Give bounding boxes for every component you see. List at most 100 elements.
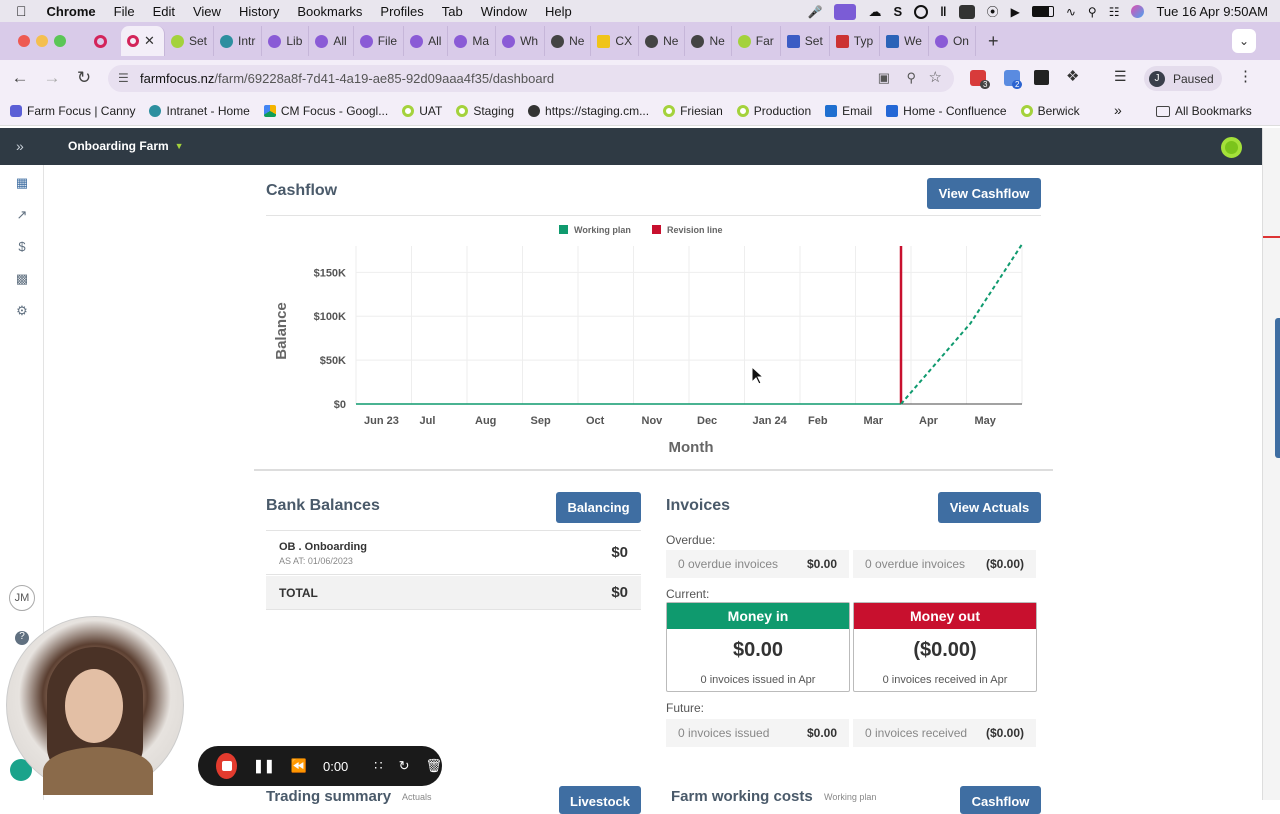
- tab[interactable]: Far: [732, 26, 781, 56]
- all-bookmarks[interactable]: All Bookmarks: [1156, 104, 1252, 118]
- chrome-menu-icon[interactable]: ⋮: [1238, 67, 1253, 85]
- excel-extension-icon[interactable]: [1034, 70, 1049, 85]
- balancing-button[interactable]: Balancing: [556, 492, 641, 523]
- tab[interactable]: Lib: [262, 26, 310, 56]
- farmfocus-logo-icon[interactable]: [1221, 137, 1242, 158]
- money-out-box[interactable]: Money out ($0.00) 0 invoices received in…: [853, 602, 1037, 692]
- tab[interactable]: Ne: [685, 26, 732, 56]
- cashflow-bottom-button[interactable]: Cashflow: [960, 786, 1041, 814]
- dollar-icon[interactable]: $: [15, 239, 29, 254]
- tab-active[interactable]: ✕: [121, 26, 165, 56]
- trend-icon[interactable]: ↗: [15, 207, 29, 222]
- panel-tab[interactable]: [1275, 318, 1280, 458]
- wifi-icon[interactable]: ∿: [1066, 5, 1076, 19]
- menu-view[interactable]: View: [193, 4, 221, 19]
- report-icon[interactable]: ▩: [15, 271, 29, 286]
- siri-icon[interactable]: [1131, 5, 1145, 18]
- address-bar[interactable]: ☰ farmfocus.nz/farm/69228a8f-7d41-4a19-a…: [108, 65, 954, 92]
- menu-window[interactable]: Window: [481, 4, 527, 19]
- overdue-out-box[interactable]: 0 overdue invoices ($0.00): [853, 550, 1036, 578]
- menu-history[interactable]: History: [239, 4, 279, 19]
- future-out-box[interactable]: 0 invoices received ($0.00): [853, 719, 1036, 747]
- tab[interactable]: Typ: [830, 26, 881, 56]
- view-cashflow-button[interactable]: View Cashflow: [927, 178, 1041, 209]
- battery-icon[interactable]: [1031, 6, 1054, 17]
- menu-file[interactable]: File: [114, 4, 135, 19]
- new-tab-icon[interactable]: +: [988, 31, 999, 52]
- webcam-bubble[interactable]: [6, 616, 184, 795]
- bookmark-item[interactable]: Friesian: [663, 104, 723, 118]
- audio-bars-icon[interactable]: ‖: [940, 4, 946, 19]
- tab[interactable]: Ma: [448, 26, 497, 56]
- minimize-window-icon[interactable]: [36, 35, 48, 47]
- airdrop-icon[interactable]: ⦿: [987, 3, 999, 20]
- bank-account-row[interactable]: OB . Onboarding AS AT: 01/06/2023 $0: [266, 531, 641, 575]
- stop-recording-button[interactable]: [216, 753, 237, 779]
- menubar-clock[interactable]: Tue 16 Apr 9:50AM: [1156, 4, 1268, 19]
- bookmark-item[interactable]: Farm Focus | Canny: [10, 104, 135, 118]
- zoom-icon[interactable]: ⚲: [906, 70, 916, 86]
- livestock-button[interactable]: Livestock: [559, 786, 641, 814]
- tab[interactable]: All: [309, 26, 354, 56]
- menu-edit[interactable]: Edit: [153, 4, 175, 19]
- grid-icon[interactable]: ∷: [374, 758, 382, 774]
- menu-bookmarks[interactable]: Bookmarks: [297, 4, 362, 19]
- forward-icon[interactable]: →: [40, 68, 64, 88]
- s-app-icon[interactable]: S: [893, 4, 902, 19]
- bookmark-item[interactable]: Email: [825, 104, 872, 118]
- menu-profiles[interactable]: Profiles: [380, 4, 423, 19]
- cloud-icon[interactable]: ☁: [868, 4, 881, 20]
- bookmark-item[interactable]: UAT: [402, 104, 442, 118]
- tab[interactable]: All: [404, 26, 449, 56]
- tab[interactable]: Intr: [214, 26, 263, 56]
- reload-icon[interactable]: ↻: [72, 68, 96, 88]
- pause-icon[interactable]: ❚❚: [253, 758, 275, 774]
- expand-sidebar-icon[interactable]: »: [16, 138, 24, 154]
- apple-icon[interactable]: : [16, 3, 27, 19]
- zoom-window-icon[interactable]: [54, 35, 66, 47]
- rewind-icon[interactable]: ⏪: [291, 758, 307, 774]
- bookmark-item[interactable]: CM Focus - Googl...: [263, 104, 388, 118]
- tab[interactable]: Ne: [545, 26, 592, 56]
- close-window-icon[interactable]: [18, 35, 30, 47]
- tab[interactable]: Wh: [496, 26, 546, 56]
- reading-list-icon[interactable]: ☰: [1114, 68, 1127, 85]
- close-tab-icon[interactable]: ✕: [144, 33, 155, 49]
- menu-tab[interactable]: Tab: [442, 4, 463, 19]
- menu-app-name[interactable]: Chrome: [47, 4, 96, 19]
- overdue-in-box[interactable]: 0 overdue invoices $0.00: [666, 550, 849, 578]
- more-bookmarks-icon[interactable]: »: [1114, 102, 1122, 118]
- future-in-box[interactable]: 0 invoices issued $0.00: [666, 719, 849, 747]
- bookmark-item[interactable]: Home - Confluence: [886, 104, 1007, 118]
- tab[interactable]: Set: [781, 26, 830, 56]
- search-icon[interactable]: ⚲: [1088, 5, 1097, 19]
- bookmark-item[interactable]: Production: [736, 104, 811, 118]
- profile-button[interactable]: J Paused: [1144, 66, 1222, 91]
- bookmark-star-icon[interactable]: ☆: [929, 68, 942, 86]
- user-initials[interactable]: JM: [9, 585, 35, 611]
- grammarly-icon[interactable]: [914, 4, 929, 19]
- camera-icon[interactable]: ▣: [878, 70, 890, 86]
- tab[interactable]: We: [880, 26, 929, 56]
- back-icon[interactable]: ←: [8, 68, 32, 88]
- help-icon[interactable]: ?: [15, 631, 29, 645]
- bookmark-item[interactable]: Intranet - Home: [149, 104, 250, 118]
- recording-tab-icon[interactable]: [94, 34, 107, 48]
- control-center-icon[interactable]: ☷: [1109, 5, 1120, 19]
- tab-search-chevron-icon[interactable]: ⌄: [1232, 29, 1256, 53]
- screen-record-icon[interactable]: [834, 3, 857, 20]
- trash-icon[interactable]: 🗑: [425, 758, 442, 774]
- tab[interactable]: On: [929, 26, 976, 56]
- outlook-icon[interactable]: [958, 4, 975, 19]
- menu-help[interactable]: Help: [545, 4, 572, 19]
- tab[interactable]: Set: [165, 26, 215, 56]
- restart-icon[interactable]: ↻: [399, 758, 410, 774]
- farm-selector[interactable]: Onboarding Farm ▼: [68, 139, 184, 153]
- bookmark-item[interactable]: Staging: [456, 104, 514, 118]
- mic-icon[interactable]: 🎤: [808, 5, 823, 19]
- money-in-box[interactable]: Money in $0.00 0 invoices issued in Apr: [666, 602, 850, 692]
- tab[interactable]: CX: [591, 26, 640, 56]
- settings-icon[interactable]: ⚙: [15, 303, 29, 318]
- tab[interactable]: Ne: [639, 26, 686, 56]
- dashboard-icon[interactable]: ▦: [15, 175, 29, 190]
